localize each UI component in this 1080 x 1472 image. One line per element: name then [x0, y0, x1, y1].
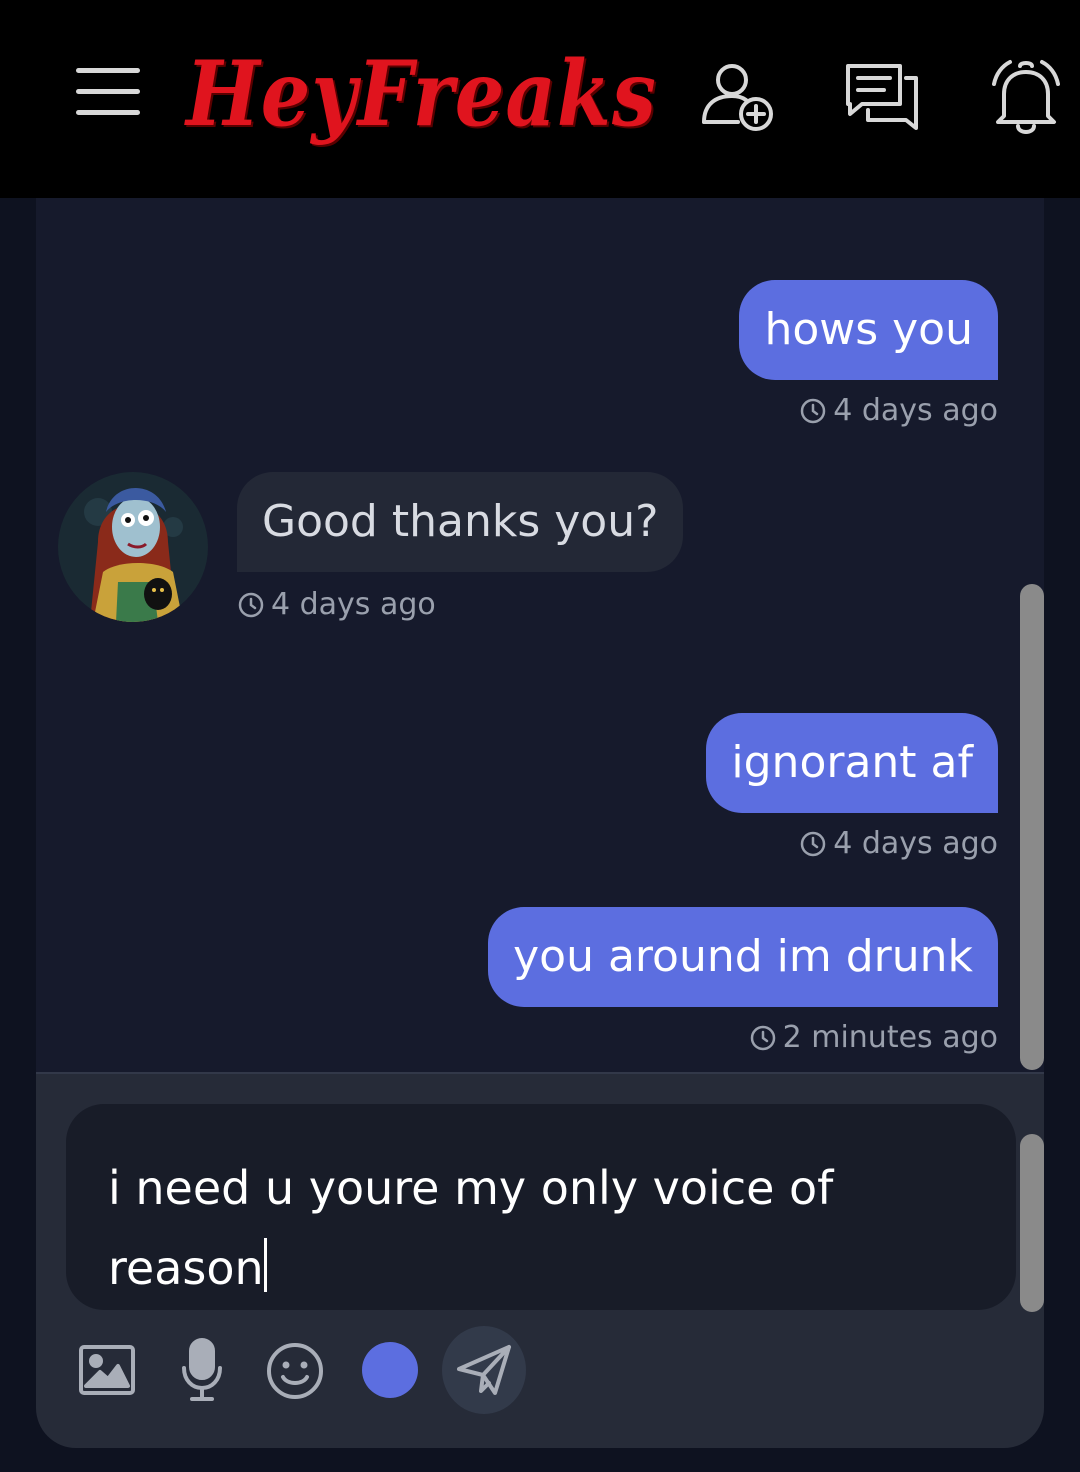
input-scrollbar[interactable] [1020, 1134, 1044, 1312]
timestamp-text: 4 days ago [271, 587, 436, 622]
message-input-text: i need u youre my only voice of reason [108, 1161, 834, 1295]
message-input[interactable]: i need u youre my only voice of reason [66, 1104, 1044, 1312]
incoming-message-bubble: Good thanks you? [237, 472, 684, 572]
clock-icon [800, 398, 826, 423]
timestamp-text: 4 days ago [833, 393, 998, 428]
color-picker[interactable] [362, 1342, 418, 1398]
message-timestamp: 4 days ago [799, 393, 998, 428]
user-plus-icon[interactable] [700, 60, 776, 136]
top-navigation-bar: HeyFreaks [0, 0, 1080, 198]
hamburger-menu-icon[interactable] [76, 68, 140, 118]
message-composer: i need u youre my only voice of reason [36, 1072, 1044, 1448]
bell-icon[interactable] [990, 58, 1062, 138]
timestamp-text: 2 minutes ago [782, 1020, 998, 1055]
chat-scrollbar[interactable] [1020, 584, 1044, 1070]
contact-avatar[interactable] [58, 472, 208, 622]
message-timestamp: 4 days ago [237, 587, 436, 622]
send-button[interactable] [442, 1326, 526, 1414]
clock-icon [238, 592, 264, 617]
clock-icon [750, 1025, 775, 1050]
send-icon [457, 1345, 511, 1395]
outgoing-message-bubble: ignorant af [706, 713, 998, 813]
microphone-icon[interactable] [180, 1338, 224, 1402]
brand-logo[interactable]: HeyFreaks [186, 42, 657, 147]
clock-icon [800, 831, 826, 856]
timestamp-text: 4 days ago [833, 826, 998, 861]
image-icon[interactable] [78, 1344, 136, 1396]
message-timestamp: 2 minutes ago [749, 1020, 998, 1055]
text-caret [263, 1238, 267, 1292]
chat-bubbles-icon[interactable] [844, 60, 920, 136]
outgoing-message-bubble: you around im drunk [488, 907, 998, 1007]
emoji-icon[interactable] [266, 1342, 324, 1400]
outgoing-message-bubble: hows you [739, 280, 998, 380]
message-timestamp: 4 days ago [799, 826, 998, 861]
chat-scrollbar-thumb[interactable] [1020, 584, 1044, 1070]
